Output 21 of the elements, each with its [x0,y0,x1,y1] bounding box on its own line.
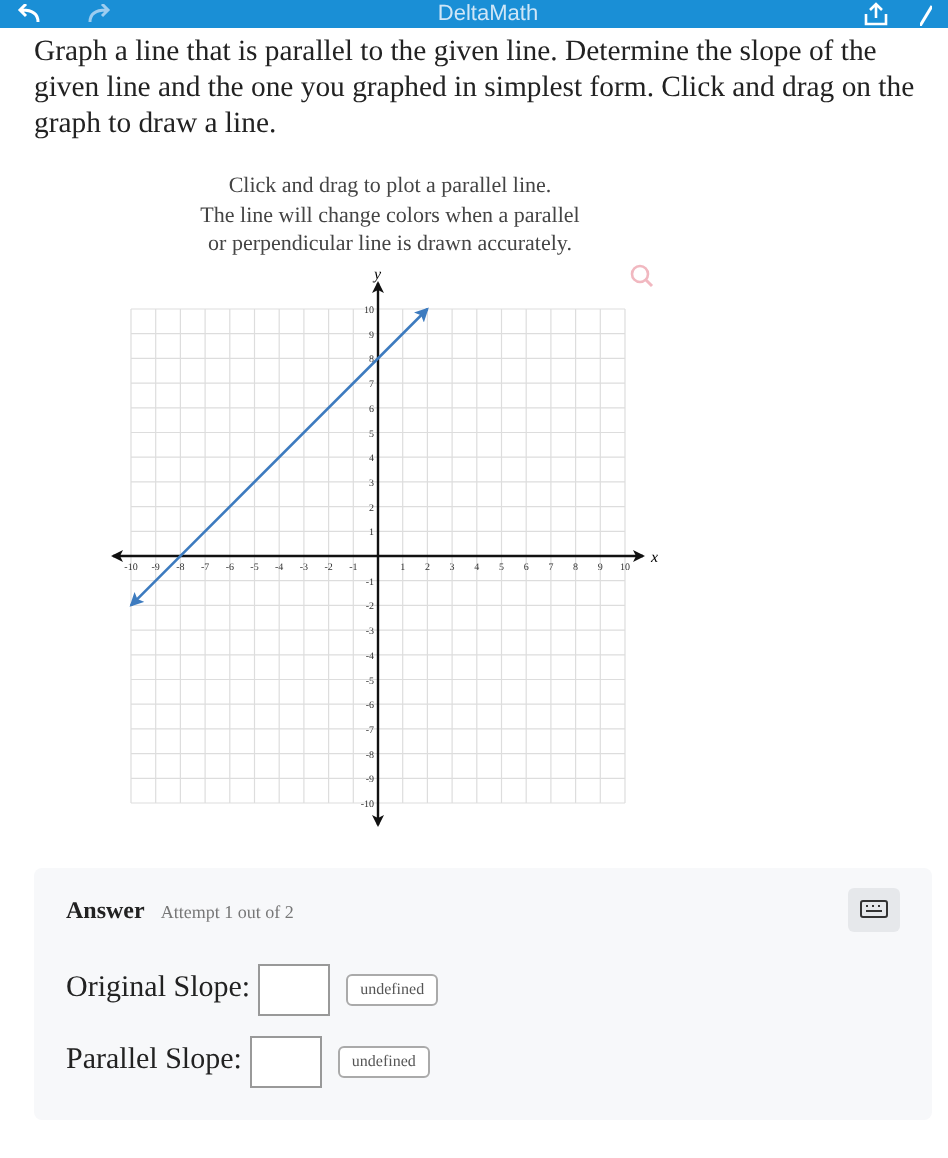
instruction-line: Click and drag to plot a parallel line. [228,172,552,201]
question-text: Graph a line that is parallel to the given line. Determine the slope of the given line and the one you graphed in simplest form. Click and drag on the graph to draw a line. [32,34,917,142]
undefined-button[interactable]: undefined [346,973,439,1005]
x-axis-label: x [651,547,659,565]
slope-input[interactable] [249,1035,322,1087]
slope-input[interactable] [258,963,331,1015]
answer-title: Answer [66,893,145,927]
slope-label: Original Slope: [66,970,251,1009]
redo-icon[interactable] [88,4,112,24]
pen-icon[interactable] [920,2,932,26]
slope-label: Parallel Slope: [66,1042,242,1081]
y-axis-label: y [374,264,382,282]
undefined-button[interactable]: undefined [337,1045,430,1077]
keyboard-button[interactable] [848,887,900,931]
undo-icon[interactable] [16,4,40,24]
instruction-line: or perpendicular line is drawn accurately. [208,230,572,259]
keyboard-icon [860,900,888,918]
instruction-line: The line will change colors when a parallel [200,201,580,230]
app-title: DeltaMath [435,0,541,28]
attempt-counter: Attempt 1 out of 2 [160,899,294,926]
share-icon[interactable] [864,2,888,26]
